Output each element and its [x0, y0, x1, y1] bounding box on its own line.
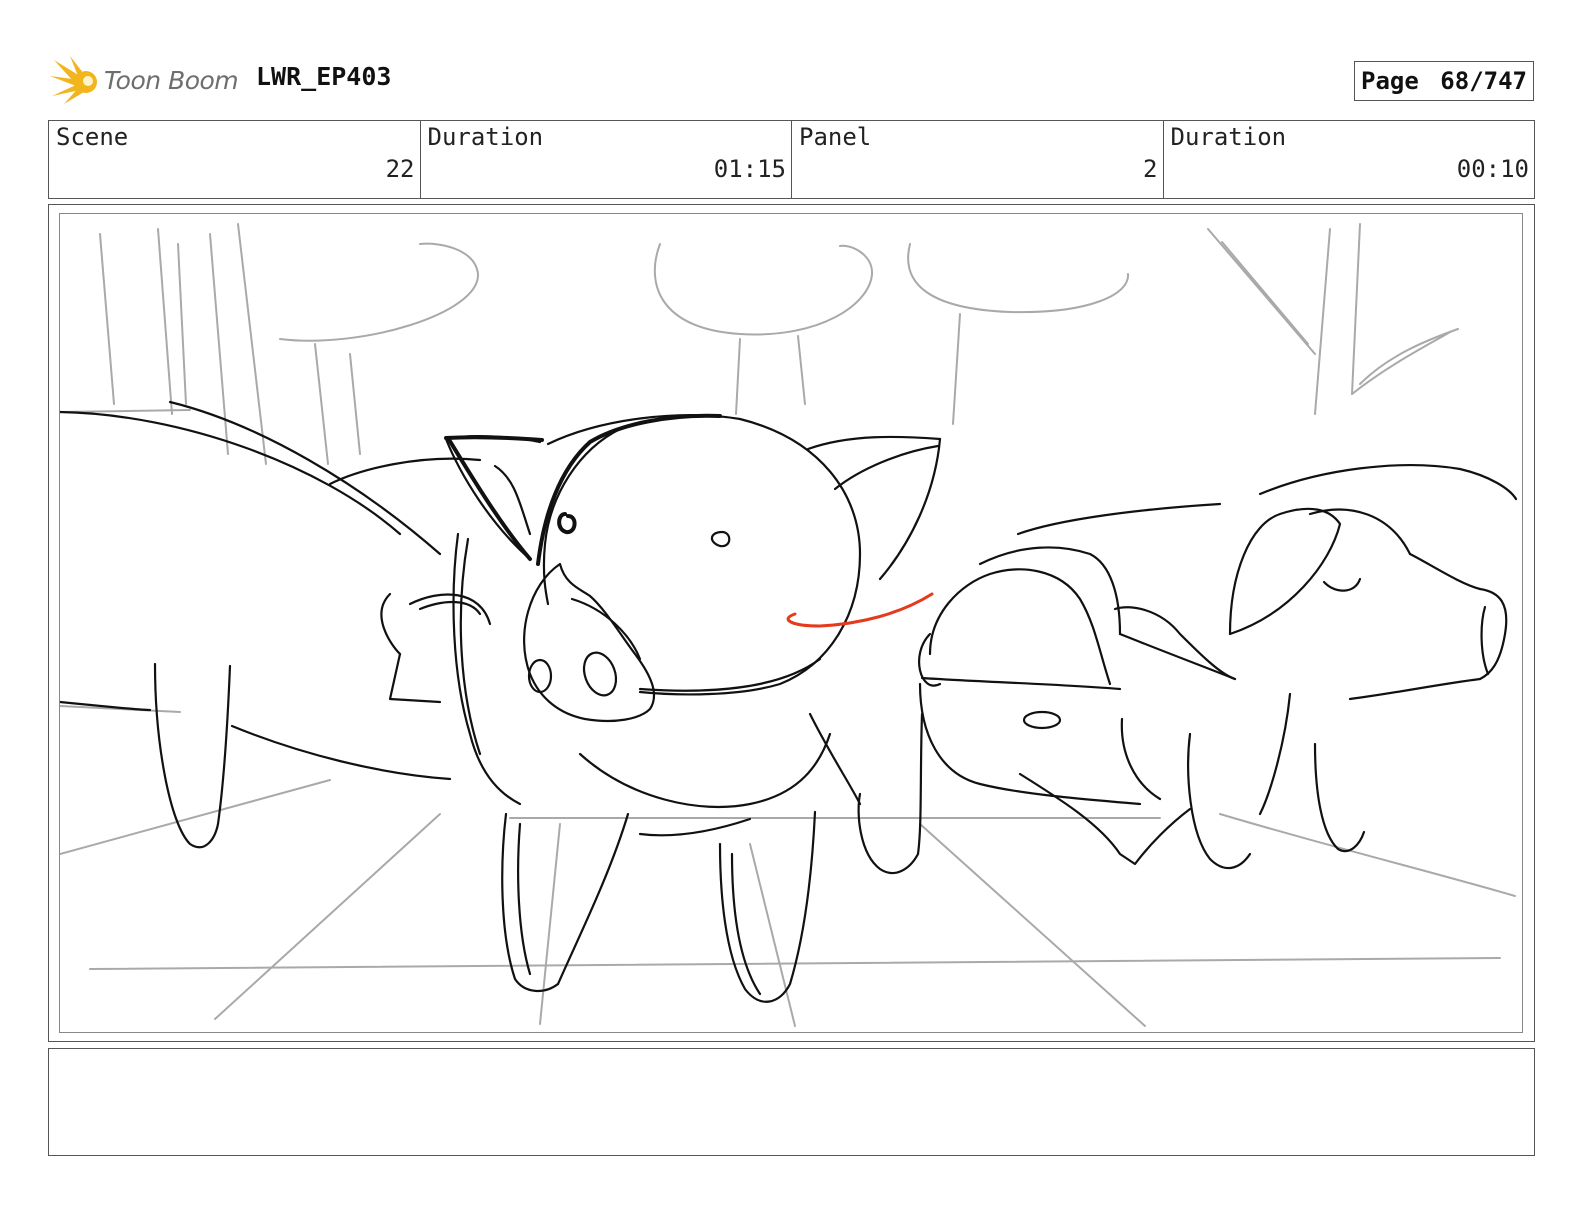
panel-value: 2	[1143, 155, 1158, 183]
scene-cell: Scene 22	[49, 121, 421, 198]
scene-duration-label: Duration	[427, 123, 544, 151]
storyboard-drawing-area	[59, 213, 1523, 1033]
sunburst-icon	[50, 56, 97, 104]
logo-text: Toon Boom	[104, 65, 239, 95]
panel-cell: Panel 2	[792, 121, 1164, 198]
pig-sketch-drawing	[60, 223, 1518, 1027]
panel-duration-value: 00:10	[1456, 155, 1529, 183]
panel-duration-label: Duration	[1170, 123, 1287, 151]
red-motion-line	[786, 592, 934, 628]
page-number: 68/747	[1440, 67, 1527, 95]
storyboard-panel-frame	[48, 204, 1535, 1042]
scene-duration-value: 01:15	[713, 155, 786, 183]
scene-label: Scene	[56, 123, 129, 151]
scene-value: 22	[385, 155, 415, 183]
toon-boom-logo: Toon Boom	[50, 54, 240, 106]
panel-notes-box	[48, 1048, 1535, 1156]
panel-duration-cell: Duration 00:10	[1164, 121, 1535, 198]
panel-label: Panel	[799, 123, 872, 151]
page-indicator: Page 68/747	[1354, 61, 1534, 101]
project-title: LWR_EP403	[256, 62, 392, 91]
page-label: Page	[1361, 67, 1419, 95]
scene-info-table: Scene 22 Duration 01:15 Panel 2 Duration…	[48, 120, 1535, 199]
scene-duration-cell: Duration 01:15	[421, 121, 792, 198]
